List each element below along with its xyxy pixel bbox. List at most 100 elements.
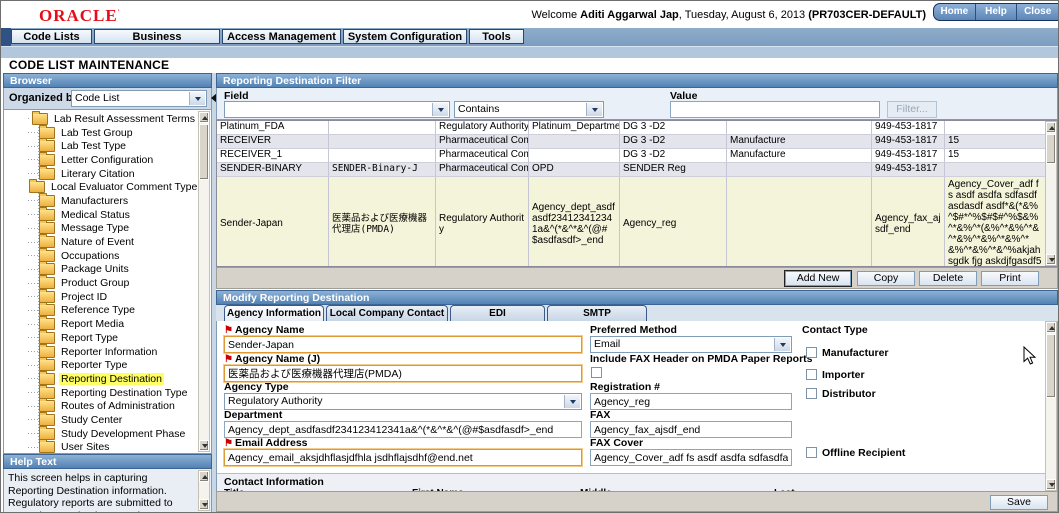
scroll-down-icon[interactable] bbox=[199, 440, 209, 451]
fax-cover-input[interactable] bbox=[590, 449, 792, 466]
scroll-up-icon[interactable] bbox=[1046, 322, 1056, 333]
help-button[interactable]: Help bbox=[976, 4, 1018, 20]
tree-connector bbox=[28, 227, 38, 229]
table-row[interactable]: Sender-Japan 医薬品および医療機器代理店(PMDA) Regulator… bbox=[217, 177, 1045, 267]
tree-item-label: Message Type bbox=[61, 222, 130, 235]
table-row[interactable]: SENDER-BINARY SENDER-Binary-J Pharmaceutic… bbox=[217, 163, 1045, 177]
scroll-down-icon[interactable] bbox=[1046, 254, 1056, 265]
tree-connector bbox=[28, 132, 38, 134]
filter-panel: Field Value Contains Filter... bbox=[216, 88, 1058, 120]
scroll-up-icon[interactable] bbox=[1046, 122, 1056, 133]
sidebar-item-occupations[interactable]: Occupations bbox=[4, 247, 197, 263]
sidebar-item-reporter-type[interactable]: Reporter Type bbox=[4, 357, 197, 372]
sidebar-item-reporting-destination-type[interactable]: Reporting Destination Type bbox=[4, 384, 197, 400]
menu-tools[interactable]: Tools bbox=[469, 29, 524, 44]
sidebar-item-manufacturers[interactable]: Manufacturers bbox=[4, 192, 197, 208]
table-row[interactable]: RECEIVER_1 Pharmaceutical Company DG 3 -D2… bbox=[217, 149, 1045, 163]
tab-smtp[interactable]: SMTP bbox=[547, 305, 647, 321]
table-row[interactable]: RECEIVER Pharmaceutical Company DG 3 -D2Ma… bbox=[217, 135, 1045, 149]
table-cell: 15 bbox=[948, 135, 960, 146]
agency-name-input[interactable] bbox=[224, 336, 582, 353]
tree-connector bbox=[28, 173, 38, 175]
table-cell: Pharmaceutical Company bbox=[436, 135, 529, 148]
filter-button[interactable]: Filter... bbox=[887, 101, 937, 118]
table-scrollbar[interactable] bbox=[1045, 121, 1057, 266]
modify-panel-header: Modify Reporting Destination bbox=[216, 290, 1058, 305]
sidebar-item-study-center[interactable]: Study Center bbox=[4, 411, 197, 427]
application-window: ORACLE' Welcome Aditi Aggarwal Jap, Tues… bbox=[0, 0, 1059, 513]
offline-recipient-checkbox[interactable] bbox=[806, 447, 817, 458]
save-button[interactable]: Save bbox=[990, 495, 1048, 510]
scroll-up-icon[interactable] bbox=[199, 471, 209, 482]
importer-checkbox[interactable] bbox=[806, 369, 817, 380]
sidebar-item-letter-configuration[interactable]: Letter Configuration bbox=[4, 151, 197, 167]
table-scrollbar-thumb[interactable] bbox=[1046, 134, 1056, 164]
sidebar-item-project-id[interactable]: Project ID bbox=[4, 288, 197, 304]
sidebar-item-package-units[interactable]: Package Units bbox=[4, 261, 197, 277]
sidebar-item-routes-of-administration[interactable]: Routes of Administration bbox=[4, 398, 197, 413]
tree-connector bbox=[28, 309, 38, 311]
form-scrollbar[interactable] bbox=[1045, 321, 1057, 491]
sidebar-item-nature-of-event[interactable]: Nature of Event bbox=[4, 234, 197, 249]
close-button[interactable]: Close bbox=[1017, 4, 1058, 20]
operator-select[interactable]: Contains bbox=[454, 101, 604, 118]
table-cell: SENDER-BINARY bbox=[217, 163, 329, 176]
copy-button[interactable]: Copy bbox=[857, 271, 915, 286]
menu-business-configuration[interactable]: Business Configuration bbox=[94, 29, 220, 57]
chevron-down-icon[interactable] bbox=[189, 92, 205, 105]
sidebar-item-lab-test-type[interactable]: Lab Test Type bbox=[4, 138, 197, 153]
agency-type-select[interactable]: Regulatory Authority bbox=[224, 393, 582, 410]
sidebar-item-medical-status[interactable]: Medical Status bbox=[4, 206, 197, 222]
email-address-input[interactable] bbox=[224, 449, 582, 466]
department-input[interactable] bbox=[224, 421, 582, 438]
scroll-down-icon[interactable] bbox=[199, 499, 209, 510]
manufacturer-checkbox[interactable] bbox=[806, 347, 817, 358]
form-scrollbar-thumb[interactable] bbox=[1046, 334, 1056, 398]
sidebar-item-user-sites[interactable]: User Sites bbox=[4, 439, 197, 453]
tree-scrollbar-thumb[interactable] bbox=[199, 124, 209, 180]
table-row[interactable]: Platinum_FDA Regulatory Authority Platinum… bbox=[217, 121, 1045, 135]
chevron-down-icon[interactable] bbox=[586, 103, 602, 116]
organized-by-select[interactable]: Code List bbox=[71, 90, 207, 107]
preferred-method-select[interactable]: Email bbox=[590, 336, 792, 353]
sidebar-item-lab-test-group[interactable]: Lab Test Group bbox=[4, 124, 197, 140]
sidebar-item-local-evaluator-comment-type[interactable]: Local Evaluator Comment Type bbox=[4, 179, 197, 194]
tree-scrollbar[interactable] bbox=[198, 111, 210, 452]
scroll-down-icon[interactable] bbox=[1046, 479, 1056, 490]
chevron-down-icon[interactable] bbox=[564, 395, 580, 408]
scroll-up-icon[interactable] bbox=[199, 112, 209, 123]
chevron-down-icon[interactable] bbox=[774, 338, 790, 351]
field-select[interactable] bbox=[224, 101, 450, 118]
tab-agency-information[interactable]: Agency Information bbox=[224, 305, 324, 321]
sidebar-item-lab-result-assessment-terms[interactable]: Lab Result Assessment Terms bbox=[4, 110, 197, 126]
sidebar-item-report-type[interactable]: Report Type bbox=[4, 329, 197, 345]
agency-name-j-input[interactable] bbox=[224, 365, 582, 382]
top-bar: ORACLE' Welcome Aditi Aggarwal Jap, Tues… bbox=[1, 1, 1058, 28]
menu-access-management[interactable]: Access Management bbox=[222, 29, 341, 44]
chevron-down-icon[interactable] bbox=[432, 103, 448, 116]
tab-edi[interactable]: EDI bbox=[450, 305, 545, 321]
sidebar-item-reference-type[interactable]: Reference Type bbox=[4, 302, 197, 318]
home-button[interactable]: Home bbox=[934, 4, 976, 20]
help-scrollbar[interactable] bbox=[198, 470, 210, 511]
distributor-checkbox[interactable] bbox=[806, 388, 817, 399]
sidebar-item-report-media[interactable]: Report Media bbox=[4, 316, 197, 331]
add-new-button[interactable]: Add New bbox=[784, 270, 852, 287]
menu-code-lists[interactable]: Code Lists bbox=[11, 29, 92, 44]
registration-input[interactable] bbox=[590, 393, 792, 410]
delete-button[interactable]: Delete bbox=[919, 271, 977, 286]
tab-local-company-contact[interactable]: Local Company Contact bbox=[326, 305, 448, 321]
sidebar-item-product-group[interactable]: Product Group bbox=[4, 275, 197, 290]
sidebar-item-reporting-destination[interactable]: Reporting Destination bbox=[4, 370, 197, 386]
sidebar-item-study-development-phase[interactable]: Study Development Phase bbox=[4, 425, 197, 441]
table-cell: Platinum_FDA bbox=[217, 121, 329, 134]
table-cell bbox=[727, 177, 872, 266]
table-cell: Agency_Cover_adf fs asdf asdfa sdfasdfas… bbox=[948, 179, 1042, 267]
print-button[interactable]: Print bbox=[981, 271, 1039, 286]
sidebar-item-reporter-information[interactable]: Reporter Information bbox=[4, 343, 197, 359]
filter-value-input[interactable] bbox=[670, 101, 880, 118]
sidebar-item-message-type[interactable]: Message Type bbox=[4, 220, 197, 236]
fax-input[interactable] bbox=[590, 421, 792, 438]
include-fax-header-checkbox[interactable] bbox=[591, 367, 602, 378]
menu-system-configuration[interactable]: System Configuration bbox=[343, 29, 467, 44]
